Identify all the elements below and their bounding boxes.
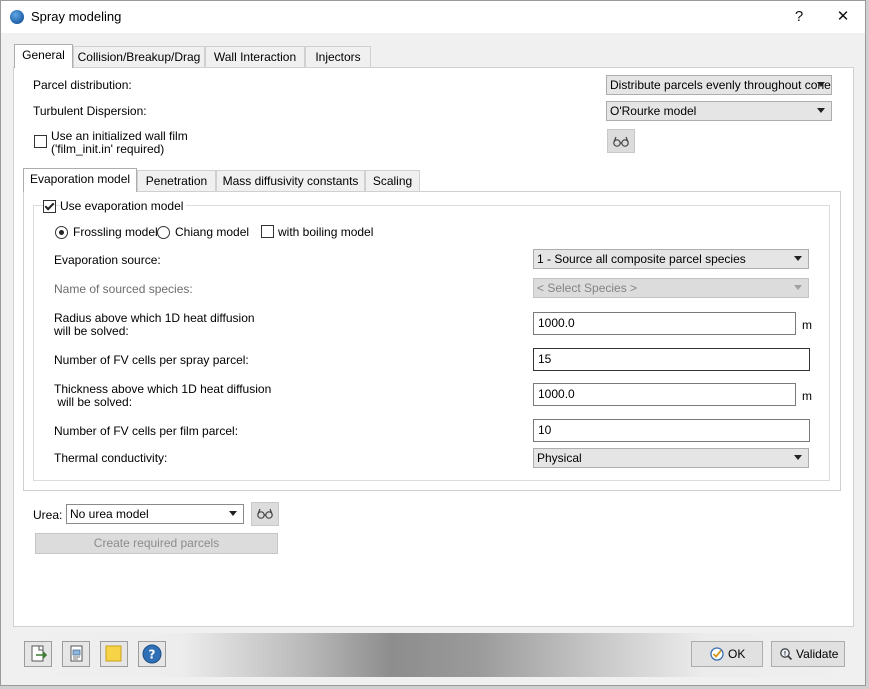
document-button[interactable] (62, 641, 90, 667)
tab-collision-breakup-drag[interactable]: Collision/Breakup/Drag (73, 46, 205, 68)
evaporation-source-select[interactable]: 1 - Source all composite parcel species (533, 249, 809, 269)
glasses-icon[interactable] (607, 129, 635, 153)
tab-evaporation-model[interactable]: Evaporation model (23, 168, 137, 192)
radius-unit: m (802, 318, 812, 332)
sourced-species-select[interactable]: < Select Species > (533, 278, 809, 298)
chevron-down-icon (794, 256, 802, 261)
tab-scaling[interactable]: Scaling (365, 170, 420, 192)
evaporation-source-label: Evaporation source: (54, 253, 161, 267)
chiang-label: Chiang model (175, 225, 250, 239)
fv-cells-film-label: Number of FV cells per film parcel: (54, 424, 239, 438)
parcel-distribution-value: Distribute parcels evenly throughout con… (610, 78, 831, 92)
ok-label: OK (728, 647, 746, 661)
urea-select[interactable]: No urea model (66, 504, 244, 524)
radio-dot-icon (59, 230, 64, 235)
sourced-species-label: Name of sourced species: (54, 282, 193, 296)
thermal-conductivity-label: Thermal conductivity: (54, 451, 168, 465)
turbulent-dispersion-select[interactable]: O'Rourke model (606, 101, 832, 121)
title-bar: Spray modeling ? ✕ (1, 1, 865, 33)
urea-value: No urea model (70, 507, 149, 521)
tab-penetration[interactable]: Penetration (137, 170, 216, 192)
notes-icon (105, 645, 122, 662)
thermal-conductivity-select[interactable]: Physical (533, 448, 809, 468)
fv-cells-film-input[interactable]: 10 (533, 419, 810, 442)
spray-modeling-dialog: Spray modeling ? ✕ General Collision/Bre… (0, 0, 866, 686)
parcel-distribution-label: Parcel distribution: (33, 78, 132, 92)
tab-injectors[interactable]: Injectors (305, 46, 371, 68)
tab-general[interactable]: General (14, 44, 73, 68)
sourced-species-value: < Select Species > (537, 281, 638, 295)
magnifier-icon: ! (780, 648, 793, 661)
app-icon (10, 10, 24, 24)
thickness-label-line1: Thickness above which 1D heat diffusion (54, 382, 272, 396)
ok-button[interactable]: OK (691, 641, 763, 667)
fv-cells-spray-label: Number of FV cells per spray parcel: (54, 353, 249, 367)
help-button[interactable]: ? (784, 5, 814, 29)
evaporation-source-value: 1 - Source all composite parcel species (537, 252, 746, 266)
help-icon: ? (142, 644, 162, 664)
wall-film-label-line2: ('film_init.in' required) (51, 142, 165, 156)
wall-film-checkbox[interactable] (34, 135, 47, 148)
turbulent-dispersion-value: O'Rourke model (610, 104, 697, 118)
chevron-down-icon (817, 82, 825, 87)
window-title: Spray modeling (31, 9, 122, 24)
notes-button[interactable] (100, 641, 128, 667)
chevron-down-icon (794, 285, 802, 290)
chevron-down-icon (229, 511, 237, 516)
wall-film-label-line1: Use an initialized wall film (51, 129, 188, 143)
close-button[interactable]: ✕ (828, 5, 858, 29)
chevron-down-icon (817, 108, 825, 113)
check-icon (44, 200, 55, 211)
boiling-checkbox[interactable] (261, 225, 274, 238)
boiling-label: with boiling model (278, 225, 374, 239)
export-icon (31, 645, 48, 662)
use-evaporation-label: Use evaporation model (60, 199, 187, 213)
check-icon (710, 647, 724, 661)
frossling-radio[interactable] (55, 226, 68, 239)
turbulent-dispersion-label: Turbulent Dispersion: (33, 104, 147, 118)
urea-label: Urea: (33, 508, 63, 522)
radius-input[interactable]: 1000.0 (533, 312, 796, 335)
frossling-label: Frossling model (73, 225, 158, 239)
use-evaporation-checkbox[interactable] (43, 200, 56, 213)
thickness-input[interactable]: 1000.0 (533, 383, 796, 406)
parcel-distribution-select[interactable]: Distribute parcels evenly throughout con… (606, 75, 832, 95)
validate-label: Validate (796, 647, 839, 661)
document-icon (70, 645, 83, 662)
tab-mass-diffusivity-constants[interactable]: Mass diffusivity constants (216, 170, 365, 192)
thickness-label-line2: will be solved: (54, 395, 133, 409)
thickness-unit: m (802, 389, 812, 403)
fv-cells-spray-input[interactable]: 15 (533, 348, 810, 371)
export-button[interactable] (24, 641, 52, 667)
thermal-conductivity-value: Physical (537, 451, 582, 465)
glasses-icon[interactable] (251, 502, 279, 526)
chevron-down-icon (794, 455, 802, 460)
help-footer-button[interactable]: ? (138, 641, 166, 667)
create-required-parcels-button[interactable]: Create required parcels (35, 533, 278, 554)
radius-label-line2: will be solved: (54, 324, 129, 338)
svg-text:!: ! (784, 651, 787, 658)
chiang-radio[interactable] (157, 226, 170, 239)
svg-text:?: ? (149, 648, 156, 662)
radius-label-line1: Radius above which 1D heat diffusion (54, 311, 255, 325)
tab-wall-interaction[interactable]: Wall Interaction (205, 46, 305, 68)
validate-button[interactable]: ! Validate (771, 641, 845, 667)
